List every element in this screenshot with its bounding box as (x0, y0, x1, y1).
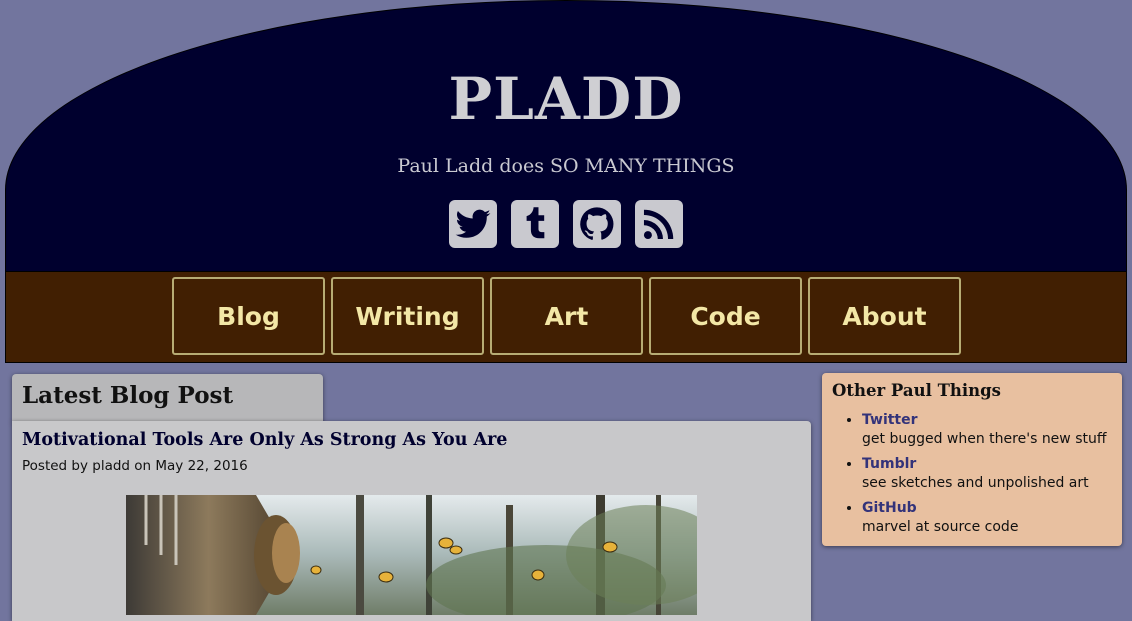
nav-items: Blog Writing Art Code About (172, 277, 961, 355)
nav-item-about[interactable]: About (808, 277, 961, 355)
rss-icon (643, 209, 674, 240)
sidebar-desc: get bugged when there's new stuff (862, 431, 1107, 447)
sidebar-desc: marvel at source code (862, 519, 1019, 535)
github-icon (580, 207, 614, 240)
rss-link[interactable] (635, 200, 683, 248)
nav-item-code[interactable]: Code (649, 277, 802, 355)
section-title: Latest Blog Post (22, 382, 234, 409)
nav-item-art[interactable]: Art (490, 277, 643, 355)
sidebar-link-github[interactable]: GitHub (862, 499, 1107, 518)
tumblr-link[interactable] (511, 200, 559, 248)
list-item: Tumblr see sketches and unpolished art (862, 455, 1107, 493)
sidebar-title: Other Paul Things (832, 381, 1001, 400)
nav-item-writing[interactable]: Writing (331, 277, 484, 355)
twitter-icon (455, 209, 491, 238)
site-header: PLADD Paul Ladd does SO MANY THINGS (5, 0, 1127, 272)
social-links (6, 200, 1126, 248)
tumblr-icon (526, 207, 545, 239)
site-tagline: Paul Ladd does SO MANY THINGS (397, 155, 735, 177)
main-nav: Blog Writing Art Code About (5, 271, 1127, 363)
latest-post-tab: Latest Blog Post (12, 374, 323, 422)
list-item: Twitter get bugged when there's new stuf… (862, 411, 1107, 449)
sidebar-link-twitter[interactable]: Twitter (862, 411, 1107, 430)
other-things-sidebar: Other Paul Things Twitter get bugged whe… (822, 373, 1122, 546)
twitter-link[interactable] (449, 200, 497, 248)
nav-item-blog[interactable]: Blog (172, 277, 325, 355)
github-link[interactable] (573, 200, 621, 248)
post-title-link[interactable]: Motivational Tools Are Only As Strong As… (22, 430, 507, 450)
post-image-illustration (126, 495, 697, 615)
site-title[interactable]: PLADD (6, 65, 1126, 133)
sidebar-link-tumblr[interactable]: Tumblr (862, 455, 1107, 474)
blog-post: Motivational Tools Are Only As Strong As… (12, 421, 811, 621)
list-item: GitHub marvel at source code (862, 499, 1107, 537)
post-meta: Posted by pladd on May 22, 2016 (22, 458, 248, 474)
post-image (126, 495, 697, 615)
sidebar-desc: see sketches and unpolished art (862, 475, 1089, 491)
sidebar-list: Twitter get bugged when there's new stuf… (842, 411, 1107, 543)
